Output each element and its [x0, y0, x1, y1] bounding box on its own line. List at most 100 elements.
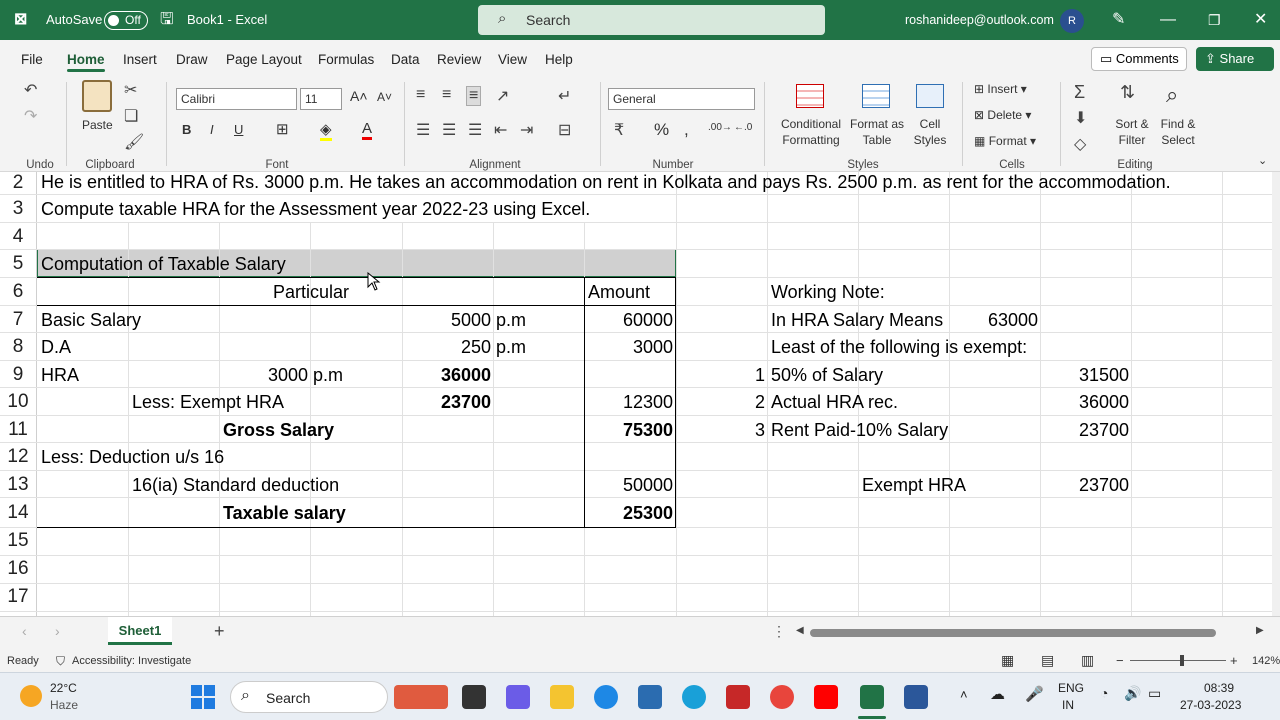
prev-sheet-icon[interactable]: ‹ — [22, 623, 27, 639]
format-cells-button[interactable]: ▦ Format ▾ — [974, 134, 1036, 148]
restore-icon[interactable]: ❐ — [1208, 0, 1221, 40]
pen-icon[interactable]: ✎ — [1112, 0, 1125, 40]
horizontal-scrollbar[interactable] — [810, 629, 1216, 637]
onedrive-icon[interactable]: ☁ — [990, 685, 1005, 703]
insert-cells-button[interactable]: ⊞ Insert ▾ — [974, 82, 1027, 96]
comma-style-icon[interactable]: , — [684, 120, 689, 140]
cell-da-label[interactable]: D.A — [41, 337, 71, 358]
cell-deduction-label[interactable]: Less: Deduction u/s 16 — [41, 447, 224, 468]
cell-note-item-value[interactable]: 23700 — [1040, 420, 1129, 441]
cell-note-title[interactable]: Working Note: — [771, 282, 885, 303]
menu-data[interactable]: Data — [391, 40, 420, 76]
zoom-slider-thumb[interactable] — [1180, 655, 1184, 666]
battery-icon[interactable]: ▭ — [1148, 685, 1161, 702]
weather-icon[interactable] — [20, 685, 42, 707]
cell-hra-annual[interactable]: 36000 — [402, 365, 491, 386]
cell-exempt-hra-value[interactable]: 23700 — [1040, 475, 1129, 496]
chrome-icon[interactable] — [770, 685, 794, 709]
fill-icon[interactable]: ⬇ — [1074, 108, 1087, 128]
cell-taxable-amount[interactable]: 25300 — [584, 503, 673, 524]
redo-icon[interactable]: ↷ — [24, 106, 37, 126]
format-as-table-icon[interactable] — [862, 84, 890, 108]
help-icon[interactable] — [682, 685, 706, 709]
align-center-icon[interactable]: ☰ — [442, 120, 456, 140]
cell-exempt-amount[interactable]: 12300 — [584, 392, 673, 413]
worksheet-grid[interactable]: 2 3 4 5 6 7 8 9 10 11 12 13 14 15 16 17 … — [0, 172, 1280, 616]
cell-note-item-value[interactable]: 31500 — [1040, 365, 1129, 386]
increase-indent-icon[interactable]: ⇥ — [520, 120, 533, 140]
cell-hra-label[interactable]: HRA — [41, 365, 79, 386]
account-email[interactable]: roshanideep@outlook.com — [905, 0, 1054, 40]
format-as-table-button[interactable]: Format as Table — [850, 116, 904, 148]
increase-decimal-icon[interactable]: .00→ — [708, 122, 732, 133]
collapse-ribbon-icon[interactable]: ⌄ — [1258, 154, 1267, 167]
decrease-decimal-icon[interactable]: ←.0 — [734, 122, 752, 133]
microphone-icon[interactable]: 🎤 — [1025, 685, 1044, 703]
comments-button[interactable]: ▭ Comments — [1091, 47, 1187, 71]
weather-condition[interactable]: Haze — [50, 698, 78, 712]
accessibility-status[interactable]: Accessibility: Investigate — [72, 655, 191, 667]
minimize-icon[interactable]: — — [1160, 0, 1176, 40]
cell-exempt-label[interactable]: Less: Exempt HRA — [132, 392, 284, 413]
grow-font-icon[interactable]: A˄ — [350, 88, 368, 104]
percent-icon[interactable]: % — [654, 120, 669, 140]
weather-temperature[interactable]: 22°C — [50, 681, 77, 695]
font-size-select[interactable]: 11 — [300, 88, 342, 110]
normal-view-icon[interactable]: ▦ — [1001, 652, 1014, 669]
undo-icon[interactable]: ↶ — [24, 80, 37, 100]
file-explorer-icon[interactable] — [550, 685, 574, 709]
cell-note-hra-value[interactable]: 63000 — [949, 310, 1038, 331]
zoom-out-icon[interactable]: − — [1116, 653, 1124, 668]
merge-center-icon[interactable]: ⊟ — [558, 120, 571, 140]
task-view-icon[interactable] — [462, 685, 486, 709]
excel-taskbar-icon[interactable] — [860, 685, 884, 709]
font-color-icon[interactable]: A — [362, 120, 373, 140]
borders-icon[interactable]: ⊞ — [276, 120, 289, 138]
menu-help[interactable]: Help — [545, 40, 573, 76]
edge-icon[interactable] — [594, 685, 618, 709]
next-sheet-icon[interactable]: › — [55, 623, 60, 639]
cell-styles-icon[interactable] — [916, 84, 944, 108]
share-button[interactable]: ⇪ Share — [1196, 47, 1274, 71]
cell-styles-button[interactable]: Cell Styles — [908, 116, 952, 148]
cell-problem-text[interactable]: He is entitled to HRA of Rs. 3000 p.m. H… — [41, 172, 1171, 193]
clock-time[interactable]: 08:39 — [1204, 681, 1234, 695]
autosave-toggle[interactable]: Off — [104, 11, 148, 30]
zoom-in-icon[interactable]: + — [1230, 653, 1238, 668]
fill-color-icon[interactable]: ◈ — [320, 120, 332, 141]
cell-taxable-label[interactable]: Taxable salary — [223, 503, 346, 524]
wifi-icon[interactable]: ◔ — [1100, 685, 1108, 701]
row-header[interactable]: 3 — [0, 198, 36, 220]
save-icon[interactable]: 🖫 — [160, 0, 174, 40]
cell-hra-unit[interactable]: p.m — [313, 365, 343, 386]
avatar[interactable]: R — [1060, 9, 1084, 33]
clear-icon[interactable]: ◇ — [1074, 134, 1086, 154]
conditional-formatting-icon[interactable] — [796, 84, 824, 108]
row-header[interactable]: 2 — [0, 172, 36, 194]
font-name-select[interactable]: Calibri — [176, 88, 297, 110]
row-header[interactable]: 11 — [0, 419, 36, 441]
language-primary[interactable]: ENG — [1058, 681, 1084, 695]
start-icon[interactable] — [191, 685, 215, 709]
scroll-left-icon[interactable]: ◀ — [796, 625, 804, 636]
cell-std-amount[interactable]: 50000 — [584, 475, 673, 496]
cell-std-label[interactable]: 16(ia) Standard deduction — [132, 475, 339, 496]
cell-exempt-hra-label[interactable]: Exempt HRA — [862, 475, 966, 496]
row-header[interactable]: 17 — [0, 586, 36, 608]
search-box[interactable]: ⌕ Search — [478, 5, 825, 35]
menu-draw[interactable]: Draw — [176, 40, 208, 76]
cell-note-num[interactable]: 2 — [676, 392, 765, 413]
row-header[interactable]: 5 — [0, 253, 36, 275]
cell-problem-question[interactable]: Compute taxable HRA for the Assessment y… — [41, 199, 590, 220]
page-break-view-icon[interactable]: ▥ — [1081, 652, 1094, 669]
row-header[interactable]: 10 — [0, 391, 36, 413]
clock-date[interactable]: 27-03-2023 — [1180, 698, 1241, 712]
more-options-icon[interactable]: ⋮ — [772, 623, 786, 640]
bold-icon[interactable]: B — [182, 122, 191, 137]
cell-basic-amount[interactable]: 60000 — [584, 310, 673, 331]
align-top-icon[interactable]: ≡ — [416, 86, 425, 104]
word-icon[interactable] — [904, 685, 928, 709]
add-sheet-icon[interactable]: + — [214, 621, 225, 642]
currency-icon[interactable]: ₹ — [614, 120, 624, 140]
sheet-tab-sheet1[interactable]: Sheet1 — [108, 617, 172, 645]
